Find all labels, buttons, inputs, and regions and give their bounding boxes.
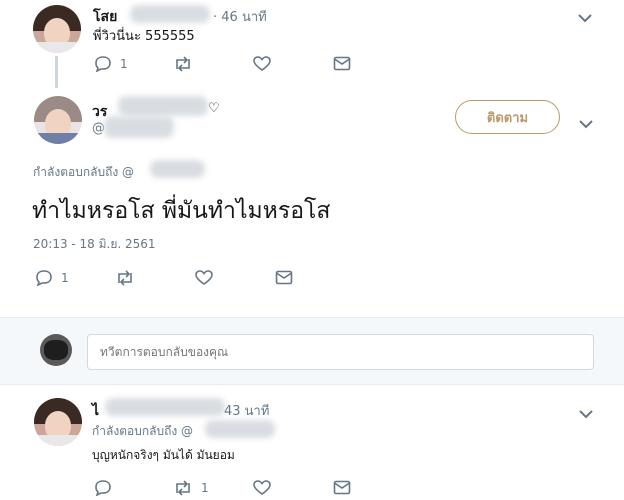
dm-button[interactable]	[333, 480, 351, 495]
envelope-icon	[333, 480, 351, 495]
tweet-time[interactable]: · 46 นาที	[213, 6, 267, 27]
redacted-name	[118, 96, 208, 116]
redacted-handle	[104, 116, 174, 138]
retweet-count: 1	[201, 481, 209, 495]
reply-button[interactable]: 1	[35, 270, 69, 286]
avatar[interactable]	[34, 398, 82, 446]
avatar[interactable]	[34, 96, 82, 144]
redacted-name	[105, 398, 225, 416]
main-tweet-text: ทำไมหรอโส พี่มันทำไมหรอโส	[32, 198, 331, 224]
retweet-icon	[115, 270, 135, 286]
redacted-name	[130, 5, 210, 23]
like-button[interactable]	[195, 270, 213, 286]
envelope-icon	[333, 56, 351, 71]
reply-icon	[94, 56, 112, 72]
retweet-icon	[173, 480, 193, 496]
tweet-time[interactable]: 43 นาที	[224, 400, 269, 421]
heart-icon	[253, 56, 271, 72]
retweet-button[interactable]	[173, 56, 193, 72]
reply-icon	[94, 480, 112, 496]
follow-label: ติดตาม	[486, 110, 529, 126]
like-button[interactable]	[253, 480, 271, 496]
reply-count: 1	[120, 57, 128, 71]
reply-icon	[35, 270, 53, 286]
retweet-button[interactable]	[115, 270, 135, 286]
redacted-handle	[205, 420, 275, 438]
tweet-text: พี่วิวนี่นะ 555555	[93, 29, 195, 44]
replying-to[interactable]: กำลังตอบกลับถึง @	[92, 422, 193, 441]
heart-icon	[195, 270, 213, 286]
chevron-down-icon[interactable]	[578, 8, 592, 27]
tweet-timestamp[interactable]: 20:13 - 18 มิ.ย. 2561	[33, 235, 156, 254]
reply-input[interactable]	[87, 334, 594, 370]
retweet-button[interactable]: 1	[173, 480, 209, 496]
redacted-handle	[150, 160, 205, 178]
envelope-icon	[275, 270, 293, 285]
follow-button[interactable]: ติดตาม	[455, 100, 560, 134]
reply-count: 1	[61, 271, 69, 285]
dm-button[interactable]	[333, 56, 351, 71]
replying-to[interactable]: กำลังตอบกลับถึง @	[33, 163, 134, 182]
like-button[interactable]	[253, 56, 271, 72]
reply-button[interactable]: 1	[94, 56, 128, 72]
reply-button[interactable]	[94, 480, 112, 496]
chevron-down-icon[interactable]	[579, 404, 593, 423]
avatar[interactable]	[40, 334, 72, 366]
tweet-text: บุญหนักจริงๆ มันได้ มันยอม	[92, 448, 235, 462]
chevron-down-icon[interactable]	[579, 114, 593, 133]
user-name[interactable]: ไ	[92, 400, 99, 422]
avatar[interactable]	[33, 5, 81, 53]
verified-heart-icon: ♡	[208, 101, 220, 116]
dm-button[interactable]	[275, 270, 293, 285]
heart-icon	[253, 480, 271, 496]
retweet-icon	[173, 56, 193, 72]
thread-line	[55, 56, 58, 88]
